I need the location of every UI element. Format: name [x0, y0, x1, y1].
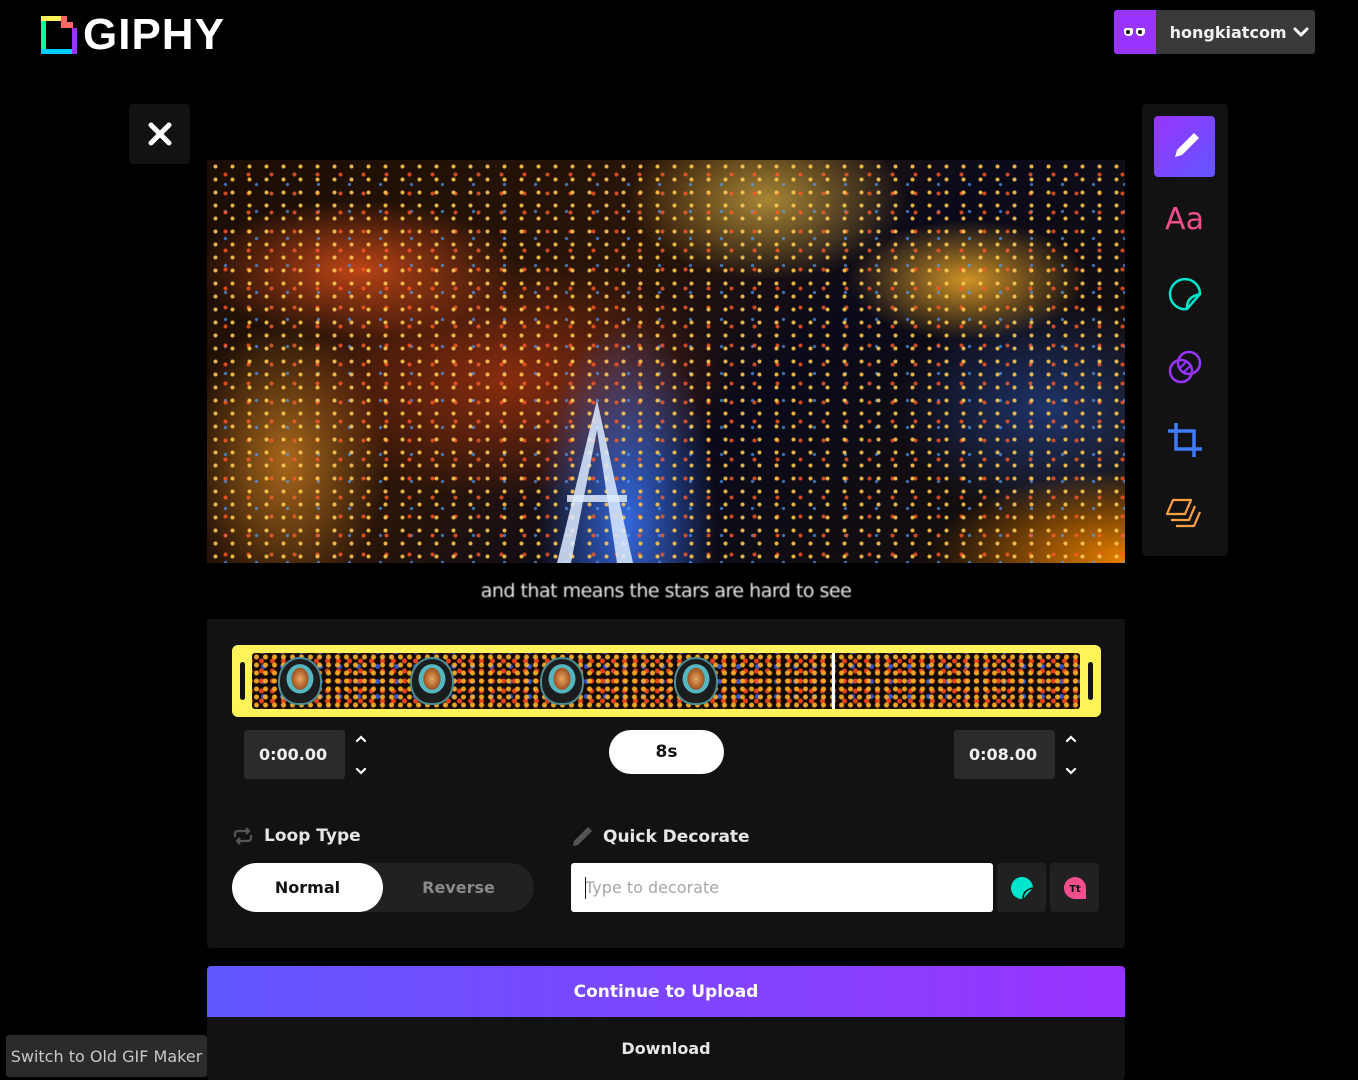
text-icon: Aa: [1165, 202, 1204, 237]
tower-graphic: [557, 400, 633, 563]
loop-type-toggle[interactable]: Normal Reverse: [232, 863, 534, 912]
layers-icon: [1165, 498, 1201, 527]
tool-draw[interactable]: [1154, 116, 1215, 177]
username: hongkiatcom: [1169, 22, 1287, 42]
tools-sidebar: Aa: [1142, 104, 1228, 556]
end-time-field[interactable]: 0:08.00: [954, 730, 1055, 779]
trim-handle-start[interactable]: [240, 662, 245, 700]
frame-thumbnail: [252, 653, 390, 709]
giphy-logo-icon: [41, 16, 77, 54]
duration-badge: 8s: [609, 730, 724, 774]
sticker-icon: [1010, 876, 1033, 899]
video-caption: and that means the stars are hard to see: [480, 580, 852, 602]
timeline-trimmer[interactable]: [232, 645, 1101, 717]
astronaut-thumbnail: [540, 657, 584, 705]
logo-text: GIPHY: [83, 10, 225, 59]
chevron-down-icon[interactable]: [1065, 767, 1077, 775]
frame-thumbnail: [666, 653, 804, 709]
tool-crop[interactable]: [1154, 409, 1215, 470]
decorate-input[interactable]: [571, 863, 993, 912]
quick-decorate-label: Quick Decorate: [571, 826, 750, 848]
giphy-logo[interactable]: GIPHY: [41, 13, 225, 57]
chevron-down-icon[interactable]: [355, 767, 367, 775]
eyes-icon: [1124, 28, 1134, 36]
frame-thumbnail: [528, 653, 666, 709]
timeline-frames[interactable]: [252, 653, 1080, 709]
sticker-icon: [1168, 277, 1201, 310]
close-icon: [148, 122, 171, 146]
close-button[interactable]: [129, 104, 190, 164]
chevron-up-icon[interactable]: [355, 735, 367, 743]
loop-option-reverse[interactable]: Reverse: [383, 863, 534, 912]
astronaut-thumbnail: [278, 657, 322, 705]
astronaut-thumbnail: [410, 657, 454, 705]
city-lights: [207, 160, 1125, 563]
continue-to-upload-button[interactable]: Continue to Upload: [207, 966, 1125, 1017]
avatar: [1114, 10, 1156, 54]
loop-icon: [233, 827, 253, 845]
tool-layers[interactable]: [1154, 482, 1215, 543]
start-time-stepper[interactable]: [353, 735, 369, 775]
caption-bar: and that means the stars are hard to see: [207, 563, 1125, 619]
video-preview[interactable]: [207, 160, 1125, 563]
start-time-field[interactable]: 0:00.00: [244, 730, 345, 779]
quick-text-button[interactable]: Tt: [1050, 863, 1099, 912]
trim-handle-end[interactable]: [1088, 662, 1093, 700]
text-bubble-icon: Tt: [1063, 876, 1086, 899]
loop-type-label: Loop Type: [232, 826, 361, 846]
eyes-icon-right: [1136, 28, 1146, 36]
editor-panel: 0:00.00 8s 0:08.00 Loop Type Normal Reve…: [207, 619, 1125, 948]
filters-icon: [1168, 350, 1201, 383]
frame-thumbnail: [390, 653, 528, 709]
user-menu[interactable]: hongkiatcom: [1114, 10, 1315, 54]
chevron-down-icon[interactable]: [1287, 26, 1315, 38]
tool-filters[interactable]: [1154, 336, 1215, 397]
playhead[interactable]: [832, 653, 835, 709]
download-button[interactable]: Download: [207, 1017, 1125, 1080]
frame-thumbnail: [942, 653, 1080, 709]
text-cursor: [585, 877, 586, 899]
pencil-icon: [1174, 132, 1199, 157]
astronaut-thumbnail: [674, 657, 718, 705]
tool-stickers[interactable]: [1154, 263, 1215, 324]
crop-icon: [1167, 422, 1202, 457]
pencil-icon: [573, 827, 592, 846]
quick-sticker-button[interactable]: [997, 863, 1046, 912]
quick-decorate-text: Quick Decorate: [603, 827, 750, 847]
end-time-stepper[interactable]: [1063, 735, 1079, 775]
tool-caption[interactable]: Aa: [1154, 189, 1215, 250]
chevron-up-icon[interactable]: [1065, 735, 1077, 743]
loop-type-text: Loop Type: [264, 826, 361, 846]
switch-old-gif-maker-button[interactable]: Switch to Old GIF Maker: [6, 1035, 207, 1077]
loop-option-normal[interactable]: Normal: [232, 863, 383, 912]
frame-thumbnail: [804, 653, 942, 709]
svg-text:Tt: Tt: [1069, 884, 1081, 895]
